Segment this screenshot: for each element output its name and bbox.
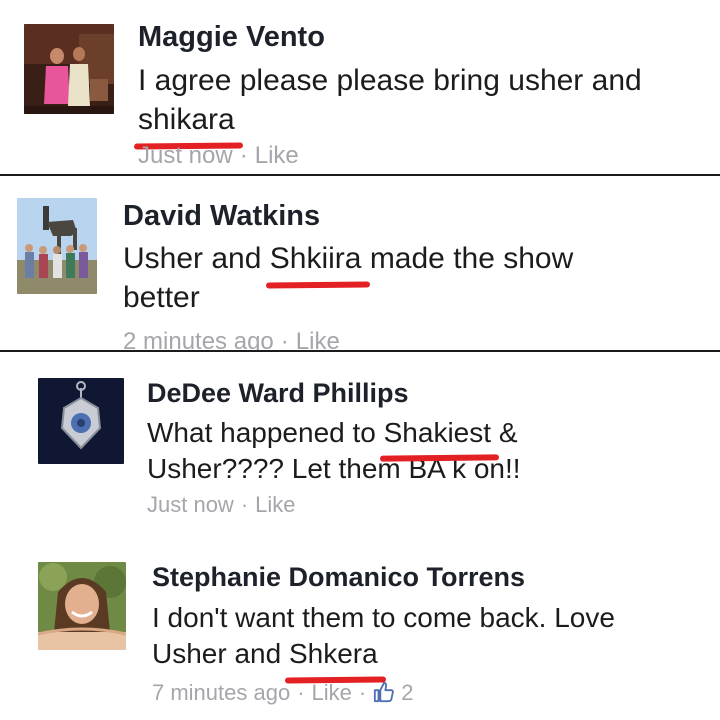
comment-text-part: I don't want them to come back. Love	[152, 602, 615, 633]
like-link[interactable]: Like	[312, 680, 352, 705]
comment-dedee-ward-phillips: DeDee Ward Phillips What happened to Sha…	[0, 352, 720, 542]
comment-text: What happened to Shakiest & Usher???? Le…	[147, 415, 521, 488]
comment-text-part: made the show	[369, 242, 574, 275]
comment-stephanie-domanico-torrens: Stephanie Domanico Torrens I don't want …	[0, 542, 720, 720]
meta-separator: ·	[280, 328, 289, 350]
comment-maggie-vento: Maggie Vento I agree please please bring…	[0, 0, 720, 175]
like-link[interactable]: Like	[255, 492, 295, 517]
meta-separator: ·	[240, 492, 249, 517]
timestamp: Just now	[138, 142, 233, 169]
like-link[interactable]: Like	[296, 328, 340, 350]
comment-text: I don't want them to come back. Love Ush…	[152, 600, 615, 673]
comment-text-part: What happened to	[147, 417, 376, 448]
highlighted-word: Shakiest	[384, 415, 491, 451]
meta-separator: ·	[358, 680, 367, 705]
comment-author[interactable]: David Watkins	[123, 200, 320, 233]
comment-meta: Just now · Like	[147, 492, 296, 518]
avatar[interactable]	[38, 378, 124, 464]
comment-text-line: I agree please please bring usher and	[138, 61, 642, 100]
timestamp: 2 minutes ago	[123, 328, 274, 350]
avatar-photo	[24, 24, 114, 114]
avatar[interactable]	[24, 24, 114, 114]
avatar-photo	[38, 378, 124, 464]
avatar[interactable]	[38, 562, 126, 650]
comment-text-line: Usher and Shkiira made the show	[123, 239, 573, 278]
highlighted-word: shikara	[138, 100, 235, 139]
comment-text-part: I agree please please bring usher and	[138, 64, 642, 97]
meta-separator: ·	[297, 680, 305, 705]
avatar-photo	[17, 198, 97, 294]
comment-author[interactable]: Maggie Vento	[138, 21, 325, 54]
like-count[interactable]: 2	[373, 680, 413, 705]
comment-meta: Just now · Like	[138, 142, 299, 170]
comment-meta: 2 minutes ago · Like	[123, 328, 340, 350]
comment-text-line: I don't want them to come back. Love	[152, 600, 615, 636]
avatar-photo	[38, 562, 126, 650]
timestamp: Just now	[147, 492, 234, 517]
avatar[interactable]	[17, 198, 97, 294]
like-count-value: 2	[401, 680, 414, 705]
comment-text-part: Usher and	[123, 242, 262, 275]
comment-author[interactable]: DeDee Ward Phillips	[147, 378, 409, 409]
comment-text-part: &	[498, 417, 518, 448]
comment-author[interactable]: Stephanie Domanico Torrens	[152, 562, 525, 593]
comment-text: Usher and Shkiira made the show better	[123, 239, 573, 317]
comment-text-line: What happened to Shakiest &	[147, 415, 521, 451]
timestamp: 7 minutes ago	[152, 680, 291, 705]
comment-text-line: shikara	[138, 100, 642, 139]
highlighted-word: Shkera	[289, 636, 378, 672]
comment-text: I agree please please bring usher and sh…	[138, 61, 642, 139]
like-link[interactable]: Like	[255, 142, 299, 169]
comment-text-part: better	[123, 281, 200, 314]
comment-text-line: Usher and Shkera	[152, 636, 615, 672]
thumbs-up-icon	[374, 681, 394, 703]
meta-separator: ·	[239, 142, 248, 169]
highlighted-word: Shkiira	[270, 239, 362, 278]
comment-meta: 7 minutes ago · Like · 2	[152, 680, 413, 706]
comment-david-watkins: David Watkins Usher and Shkiira made the…	[0, 176, 720, 350]
comment-text-part: Usher and	[152, 638, 282, 670]
